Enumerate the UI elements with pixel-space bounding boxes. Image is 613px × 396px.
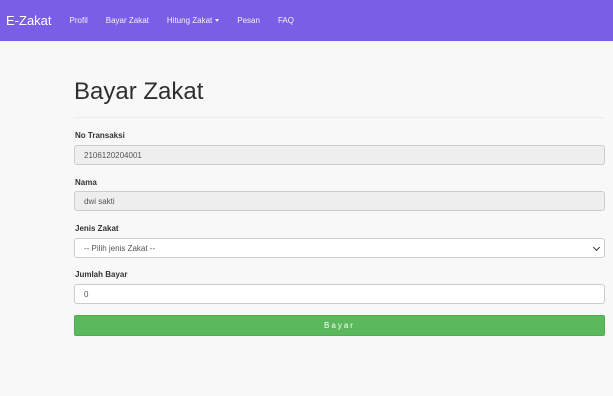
nama-label: Nama — [75, 178, 97, 187]
nama-field: dwi sakti — [74, 191, 605, 211]
nav-dropdown-hitung-zakat[interactable]: Hitung Zakat — [166, 16, 220, 25]
nav-link-bayar-zakat[interactable]: Bayar Zakat — [106, 16, 149, 25]
chevron-down-icon — [592, 243, 601, 252]
main-content: Bayar Zakat No Transaksi 2106120204001 N… — [0, 41, 613, 396]
top-navbar: E-Zakat Profil Bayar Zakat Hitung Zakat … — [0, 0, 613, 41]
jumlah-bayar-value: 0 — [84, 289, 89, 299]
nav-link-faq[interactable]: FAQ — [278, 16, 294, 25]
no-transaksi-value: 2106120204001 — [84, 150, 142, 160]
caret-down-icon — [215, 19, 220, 22]
bayar-button[interactable]: Bayar — [74, 315, 605, 336]
nav-dropdown-label: Hitung Zakat — [166, 16, 213, 25]
no-transaksi-field: 2106120204001 — [74, 145, 605, 165]
jumlah-bayar-input[interactable]: 0 — [74, 284, 605, 304]
nav-link-profil[interactable]: Profil — [70, 16, 88, 25]
nav-link-pesan[interactable]: Pesan — [237, 16, 260, 25]
jumlah-bayar-label: Jumlah Bayar — [75, 270, 128, 279]
jenis-zakat-select[interactable]: -- Pilih jenis Zakat -- — [74, 238, 605, 258]
brand-logo[interactable]: E-Zakat — [0, 13, 70, 28]
jenis-zakat-label: Jenis Zakat — [75, 224, 119, 233]
jenis-zakat-selected-value: -- Pilih jenis Zakat -- — [84, 243, 156, 253]
title-divider — [74, 117, 605, 118]
bayar-button-label: Bayar — [324, 321, 355, 330]
no-transaksi-label: No Transaksi — [75, 131, 125, 140]
page-title: Bayar Zakat — [74, 78, 204, 105]
nama-value: dwi sakti — [84, 196, 115, 206]
